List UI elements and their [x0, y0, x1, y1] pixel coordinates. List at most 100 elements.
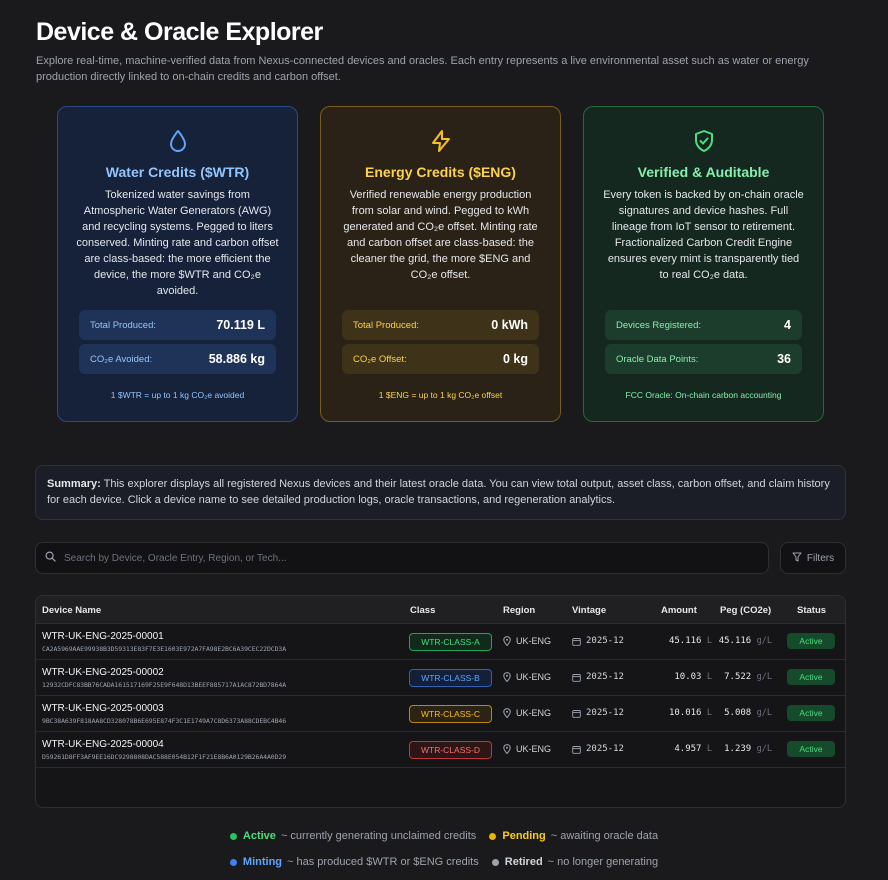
devices-table: Device Name Class Region Vintage Amount …	[35, 595, 846, 808]
droplet-icon	[58, 129, 297, 155]
card-footnote: FCC Oracle: On-chain carbon accounting	[625, 390, 782, 400]
summary-text: This explorer displays all registered Ne…	[47, 478, 830, 506]
lightning-icon	[321, 129, 560, 155]
region-cell: UK-ENG	[503, 636, 551, 646]
stat-label: CO₂e Offset:	[353, 353, 407, 365]
region-cell: UK-ENG	[503, 708, 551, 718]
stat-label: CO₂e Avoided:	[90, 353, 153, 365]
legend-label: Active	[242, 830, 276, 842]
legend-label: Minting	[242, 856, 283, 868]
device-name-link[interactable]: WTR-UK-ENG-2025-00002	[42, 667, 164, 678]
region-cell: UK-ENG	[503, 744, 551, 754]
status-legend-row-2: Minting ~ has produced $WTR or $ENG credi…	[0, 856, 888, 869]
column-header[interactable]: Amount	[661, 605, 697, 616]
status-badge: Active	[787, 741, 835, 757]
peg-unit: g/L	[756, 636, 772, 646]
search-input[interactable]	[64, 552, 744, 564]
card-footnote: 1 $ENG = up to 1 kg CO₂e offset	[378, 390, 503, 400]
search-icon	[45, 549, 56, 567]
card-title: Energy Credits ($ENG)	[365, 164, 516, 180]
amount-unit: L	[706, 708, 712, 718]
stat-label: Total Produced:	[353, 319, 420, 331]
peg-cell: 45.116 g/L	[719, 636, 772, 646]
total-produced-stat: Total Produced: 0 kWh	[342, 310, 539, 340]
column-header[interactable]: Region	[503, 605, 535, 616]
filters-label: Filters	[806, 552, 835, 564]
devices-registered-stat: Devices Registered: 4	[605, 310, 802, 340]
page-description: Explore real-time, machine-verified data…	[36, 55, 809, 83]
summary-lead: Summary:	[47, 478, 101, 490]
peg-cell: 5.008 g/L	[724, 708, 772, 718]
stat-label: Total Produced:	[90, 319, 157, 331]
summary-panel: Summary: This explorer displays all regi…	[35, 465, 846, 520]
class-badge: WTR-CLASS-D	[409, 741, 492, 759]
stat-value: 4	[784, 318, 791, 332]
legend-label: Retired	[504, 856, 543, 868]
vintage-cell: 2025-12	[572, 708, 624, 718]
region-value: UK-ENG	[516, 744, 552, 754]
stat-value: 70.119 L	[216, 318, 265, 332]
class-badge: WTR-CLASS-A	[409, 633, 492, 651]
amount-unit: L	[706, 636, 712, 646]
card-footnote: 1 $WTR = up to 1 kg CO₂e avoided	[110, 390, 245, 400]
region-value: UK-ENG	[516, 672, 552, 682]
card-description: Verified renewable energy production fro…	[343, 189, 538, 281]
column-header[interactable]: Peg (CO2e)	[720, 605, 771, 616]
legend-desc: ~ no longer generating	[547, 856, 659, 868]
table-row[interactable]: WTR-UK-ENG-2025-00004 D59261D8FF3AF9EE16…	[36, 732, 845, 768]
oracle-data-points-stat: Oracle Data Points: 36	[605, 344, 802, 374]
vintage-value: 2025-12	[586, 636, 624, 646]
legend-retired: Retired ~ no longer generating	[491, 856, 659, 868]
column-header[interactable]: Status	[797, 605, 826, 616]
legend-pending: Pending ~ awaiting oracle data	[489, 830, 658, 842]
class-badge: WTR-CLASS-C	[409, 705, 492, 723]
status-badge: Active	[787, 633, 835, 649]
legend-label: Pending	[502, 830, 546, 842]
device-hash: D59261D8FF3AF9EE16DC9298808DAC588E054B12…	[42, 753, 287, 761]
energy-credits-card: Energy Credits ($ENG) Verified renewable…	[320, 106, 561, 422]
location-pin-icon	[503, 636, 511, 646]
table-row[interactable]: WTR-UK-ENG-2025-00003 9BC38A639F818AA8CD…	[36, 696, 845, 732]
table-row[interactable]: WTR-UK-ENG-2025-00002 12932CDFC83BB76CAD…	[36, 660, 845, 696]
legend-desc: ~ awaiting oracle data	[550, 830, 659, 842]
stat-value: 0 kWh	[491, 318, 528, 332]
device-name-link[interactable]: WTR-UK-ENG-2025-00003	[42, 703, 164, 714]
vintage-cell: 2025-12	[572, 636, 624, 646]
device-name-link[interactable]: WTR-UK-ENG-2025-00001	[42, 631, 164, 642]
status-badge: Active	[787, 669, 835, 685]
active-dot-icon	[229, 832, 237, 840]
device-hash: 9BC38A639F818AA8CD328078B6E695E874F3C1E1…	[42, 717, 287, 725]
verified-auditable-card: Verified & Auditable Every token is back…	[583, 106, 824, 422]
column-header[interactable]: Class	[410, 605, 435, 616]
region-value: UK-ENG	[516, 636, 552, 646]
amount-cell: 45.116 L	[669, 636, 712, 646]
vintage-cell: 2025-12	[572, 672, 624, 682]
amount-value: 4.957	[674, 744, 702, 754]
minting-dot-icon	[229, 858, 237, 866]
status-badge: Active	[787, 705, 835, 721]
device-name-link[interactable]: WTR-UK-ENG-2025-00004	[42, 739, 164, 750]
peg-value: 1.239	[724, 744, 752, 754]
column-header[interactable]: Vintage	[572, 605, 606, 616]
column-header[interactable]: Device Name	[42, 605, 101, 616]
stat-label: Devices Registered:	[616, 319, 702, 331]
calendar-icon	[572, 673, 581, 682]
card-description: Every token is backed by on-chain oracle…	[603, 189, 804, 281]
stat-value: 0 kg	[502, 352, 528, 366]
filters-button[interactable]: Filters	[780, 542, 846, 574]
region-value: UK-ENG	[516, 708, 552, 718]
stat-value: 36	[777, 352, 791, 366]
search-box[interactable]	[35, 542, 769, 574]
status-legend-row-1: Active ~ currently generating unclaimed c…	[0, 830, 888, 843]
calendar-icon	[572, 709, 581, 718]
amount-value: 45.116	[668, 636, 702, 646]
peg-cell: 7.522 g/L	[724, 672, 772, 682]
vintage-value: 2025-12	[586, 672, 624, 682]
water-credits-card: Water Credits ($WTR) Tokenized water sav…	[57, 106, 298, 422]
table-row[interactable]: WTR-UK-ENG-2025-00001 CA2A5969AAE99938B3…	[36, 624, 845, 660]
legend-desc: ~ currently generating unclaimed credits	[280, 830, 477, 842]
amount-value: 10.03	[674, 672, 702, 682]
peg-value: 7.522	[724, 672, 752, 682]
co2e-avoided-stat: CO₂e Avoided: 58.886 kg	[79, 344, 276, 374]
peg-unit: g/L	[756, 672, 772, 682]
